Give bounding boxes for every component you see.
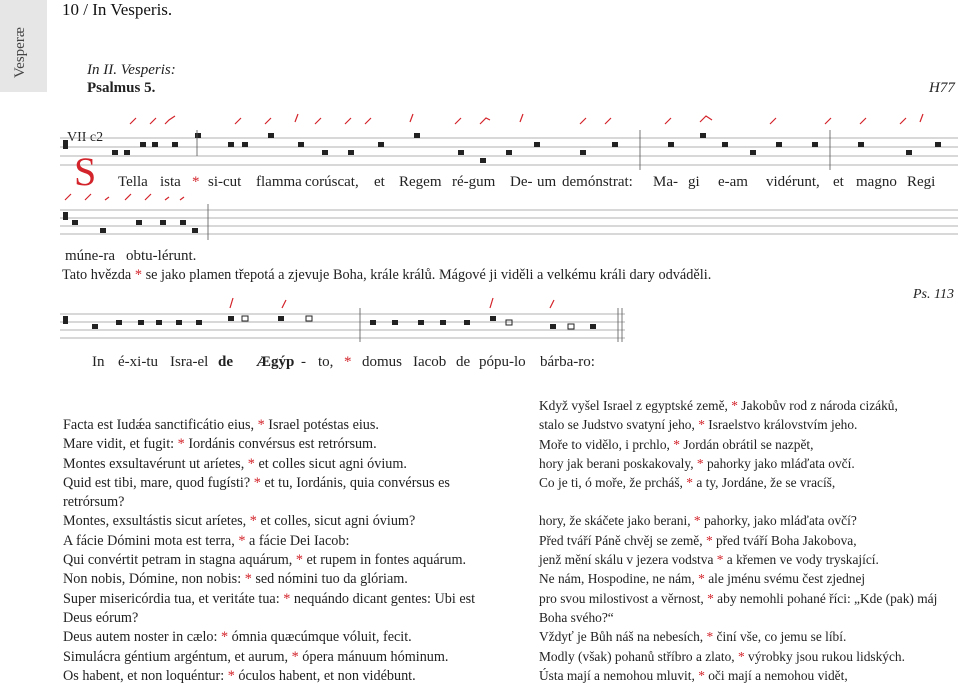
ref-h: H77 (929, 80, 955, 96)
verse-line: Os habent, et non loquéntur: * óculos ha… (63, 667, 416, 684)
side-tab-label: Vesperæ (12, 27, 28, 78)
psalm-title: Psalmus 5. (87, 80, 156, 96)
psalm-ref: Ps. 113 (913, 287, 954, 302)
verse-line: Před tváří Páně chvěj se země, * před tv… (539, 532, 857, 548)
running-head: 10 / In Vesperis. (62, 0, 173, 19)
syllable: * (344, 354, 352, 370)
verse-line: Deus autem noster in cælo: * ómnia quæcú… (63, 629, 412, 646)
verse-line: Mare vidit, et fugit: * Iordánis convérs… (63, 436, 377, 453)
syllable: flamma (256, 174, 302, 190)
verse-line: Když vyšel Israel z egyptské země, * Jak… (539, 398, 898, 413)
syllable: si-cut (208, 174, 242, 190)
syllable: Isra-el (170, 354, 209, 370)
syllable: um (537, 174, 557, 190)
verse-line: Ústa mají a nemohou mluvit, * oči mají a… (539, 667, 848, 683)
antiphon-line-2: múne-ra obtu-lérunt. (0, 248, 959, 268)
verse-line: stalo se Judstvo svatyní jeho, * Israels… (539, 417, 858, 433)
verse-line: Super misericórdia tua, et veritáte tua:… (63, 590, 476, 607)
verse-line: Ne nám, Hospodine, ne nám, * ale jménu s… (539, 571, 866, 587)
verse-line: Quid est tibi, mare, quod fugísti? * et … (63, 474, 450, 491)
staff-2 (60, 204, 958, 240)
verse-line: Deus eórum? (63, 609, 139, 626)
czech-verses: Když vyšel Israel z egyptské země, * Jak… (539, 396, 957, 685)
rubric: In II. Vesperis: (87, 62, 176, 78)
verse-line: hory jak berani poskakovaly, * pahorky j… (539, 455, 855, 471)
verse-line: pro svou milostivost a věrnost, * aby ne… (539, 590, 938, 606)
verse-line: A fácie Dómini mota est terra, * a fácie… (63, 532, 350, 549)
syllable: Ma- (653, 174, 678, 190)
syllable: ré-gum (452, 174, 496, 190)
staff-3 (60, 308, 625, 342)
syllable: De- (510, 174, 533, 190)
syllable: * (192, 174, 200, 190)
latin-verses: Facta est Iudǽa sanctificátio eius, * Is… (63, 416, 523, 686)
syllable: In (92, 354, 105, 370)
accents-1 (129, 113, 924, 125)
syllable: vidérunt, (766, 174, 820, 190)
syllable: corúscat, (305, 174, 359, 190)
antiphon-translation: Tato hvězda * se jako plamen třepotá a z… (62, 267, 712, 283)
verse-line: Simulácra géntium argéntum, et aurum, * … (63, 648, 449, 665)
verse-line: Qui convértit petram in stagna aquárum, … (63, 552, 467, 569)
verse-line: Montes exsultavérunt ut aríetes, * et co… (63, 455, 407, 472)
verse-line: Boha svého?“ (539, 609, 614, 625)
syllable: gi (688, 174, 700, 190)
clef (63, 212, 68, 220)
clef (63, 316, 68, 324)
syllable: Ægýp (256, 354, 295, 370)
verse-line: Facta est Iudǽa sanctificátio eius, * Is… (63, 417, 379, 433)
syllable: obtu-lérunt. (126, 248, 197, 264)
verse-line: Co je ti, ó moře, že prcháš, * a ty, Jor… (539, 475, 836, 491)
syllable: - (301, 354, 306, 370)
neumes-1 (112, 130, 941, 170)
psalm-tone-text: In é-xi-tu Isra-el de Ægýp - to, * domus… (0, 354, 959, 374)
verse-line: retrórsum? (63, 494, 125, 511)
syllable: ista (160, 174, 181, 190)
verse-line (539, 492, 957, 511)
verse-line: Montes, exsultástis sicut aríetes, * et … (63, 513, 416, 530)
syllable: Regi (907, 174, 936, 190)
syllable: Regem (399, 174, 442, 190)
clef (63, 140, 68, 149)
side-tab[interactable]: Vesperæ (0, 0, 47, 92)
verse-line: Moře to vidělo, i prchlo, * Jordán obrát… (539, 436, 814, 452)
syllable: de (456, 354, 471, 370)
syllable: e-am (718, 174, 748, 190)
syllable: to, (318, 354, 334, 370)
syllable: múne-ra (65, 248, 115, 264)
verse-line: hory, že skáčete jako berani, * pahorky,… (539, 513, 857, 529)
syllable: demónstrat: (562, 174, 633, 190)
syllable: bárba-ro: (540, 354, 595, 370)
syllable: et (833, 174, 844, 190)
accents-2 (64, 193, 185, 201)
neumes-3 (92, 308, 623, 342)
neumes-2 (72, 204, 209, 240)
syllable: domus (362, 354, 403, 370)
syllable: Tella (118, 174, 148, 190)
syllable: de (218, 354, 233, 370)
syllable: Iacob (413, 354, 447, 370)
verse-line: jenž mění skálu v jezera vodstva * a kře… (539, 552, 879, 568)
verse-line: Vždyť je Bůh náš na nebesích, * činí vše… (539, 629, 847, 645)
syllable: é-xi-tu (118, 354, 158, 370)
syllable: pópu-lo (479, 354, 526, 370)
verse-line: Non nobis, Dómine, non nobis: * sed nómi… (63, 571, 408, 588)
staff-1 (60, 130, 958, 170)
verse-line: Modly (však) pohanů stříbro a zlato, * v… (539, 648, 905, 664)
syllable: et (374, 174, 385, 190)
syllable: magno (856, 174, 897, 190)
